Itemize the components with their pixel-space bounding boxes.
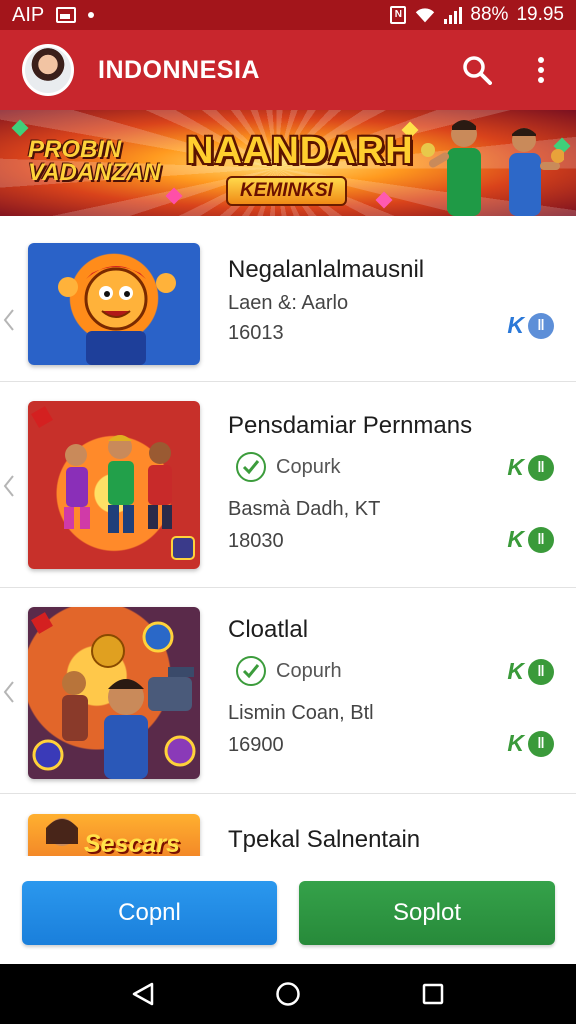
screen: AIP N 88% 19.95 INDONNESIA PROBIN VADANZ… [0,0,576,1024]
game-thumbnail[interactable] [28,607,200,779]
list-item[interactable]: Pensdamiar Pernmans Copurk K ǁ Basmà Dad… [0,382,576,588]
primary-action-button[interactable]: Copnl [22,881,277,945]
home-button[interactable] [268,974,308,1014]
notification-dot-icon [88,12,95,18]
list-item[interactable]: Negalanlalmausnil Laen &: Aarlo 16013 K … [0,226,576,382]
image-notification-icon [56,7,77,23]
battery-label: 88% [470,4,509,25]
banner-subtitle: PROBIN VADANZAN [28,136,161,186]
search-button[interactable] [460,53,494,87]
list-item[interactable]: Sescars Tpekal Salnentain [0,794,576,856]
system-nav-bar [0,964,576,1024]
home-circle-icon [276,982,300,1006]
check-circle-icon [236,452,266,482]
game-thumbnail[interactable]: Sescars [28,814,200,856]
shield-icon: ǁ [528,526,554,553]
item-badges: K ǁ [507,454,554,481]
clock: 19.95 [516,4,564,25]
thumbnail-text: Sescars [84,830,180,856]
signal-icon [444,6,463,24]
chevron-left-icon[interactable] [2,680,16,704]
search-icon [463,56,492,85]
secondary-action-button[interactable]: Soplot [299,881,555,945]
k-badge-icon: K [507,312,524,338]
nfc-icon: N [390,6,407,24]
avatar[interactable] [22,44,74,96]
item-badges: K ǁ [507,312,554,339]
banner-title: NAANDARH [186,130,414,172]
game-list[interactable]: Negalanlalmausnil Laen &: Aarlo 16013 K … [0,226,576,856]
item-status: Copurh [236,656,342,686]
k-badge-icon: K [507,454,524,480]
chevron-left-icon[interactable] [2,474,16,498]
item-title: Negalanlalmausnil [228,256,425,283]
shield-icon: ǁ [528,730,554,757]
item-badges-secondary: K ǁ [507,526,554,553]
item-subtitle: Lismin Coan, Btl [228,702,374,724]
more-options-button[interactable] [524,53,558,87]
back-triangle-icon [132,982,153,1006]
item-title: Tpekal Salnentain [228,826,421,853]
banner-tag: KEMINKSI [226,176,347,206]
promo-banner[interactable]: PROBIN VADANZAN NAANDARH KEMINKSI [0,110,576,216]
item-code: 16900 [228,734,284,756]
item-badges-secondary: K ǁ [507,730,554,757]
item-title: Cloatlal [228,616,309,643]
item-badges: K ǁ [507,658,554,685]
shield-icon: ǁ [528,312,554,339]
back-button[interactable] [123,974,163,1014]
k-badge-icon: K [507,730,524,756]
status-bar: AIP N 88% 19.95 [0,0,576,30]
wifi-icon [416,8,435,23]
shield-icon: ǁ [528,658,554,685]
app-bar: INDONNESIA [0,30,576,110]
item-status: Copurk [236,452,340,482]
banner-characters-illustration [421,120,564,216]
item-subtitle: Basmà Dadh, KT [228,498,381,520]
k-badge-icon: K [507,526,524,552]
bottom-action-bar: Copnl Soplot [0,856,576,964]
game-thumbnail[interactable] [28,243,200,365]
item-title: Pensdamiar Pernmans [228,412,473,439]
item-code: 16013 [228,322,284,344]
carrier-label: AIP [12,3,45,26]
more-vert-icon [538,57,544,83]
chevron-left-icon[interactable] [2,308,16,332]
item-code: 18030 [228,530,284,552]
app-title: INDONNESIA [98,55,260,84]
recents-button[interactable] [413,974,453,1014]
item-subtitle: Laen &: Aarlo [228,292,349,314]
k-badge-icon: K [507,658,524,684]
status-label: Copurh [276,659,342,682]
status-label: Copurk [276,455,341,478]
recents-square-icon [423,983,444,1005]
game-thumbnail[interactable] [28,401,200,569]
check-circle-icon [236,656,266,686]
list-item[interactable]: Cloatlal Copurh K ǁ Lismin Coan, Btl 169… [0,588,576,794]
shield-icon: ǁ [528,454,554,481]
